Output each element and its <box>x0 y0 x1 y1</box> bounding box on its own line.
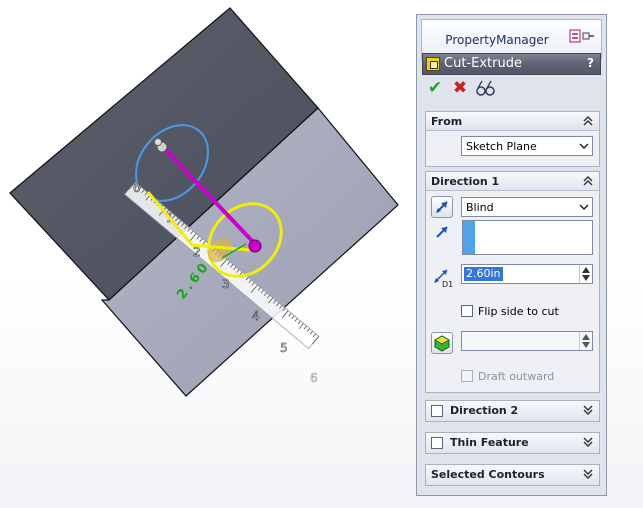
spin-down-icon[interactable] <box>582 342 590 348</box>
glasses-icon <box>476 80 495 96</box>
ruler-label: 4 <box>252 309 260 323</box>
graphics-viewport[interactable]: 0123456 2.60 <box>0 0 416 508</box>
chevron-down-icon <box>579 204 589 211</box>
draft-outward-checkbox[interactable] <box>461 370 473 382</box>
direction-vector-icon <box>436 226 448 238</box>
draft-outward-label: Draft outward <box>478 370 555 383</box>
chevron-down-icon[interactable] <box>581 435 595 449</box>
preview-button[interactable] <box>475 79 495 99</box>
ruler-label: 3 <box>222 277 230 291</box>
chevron-up-icon[interactable] <box>581 114 595 128</box>
ruler-label: 0 <box>133 181 141 195</box>
direction-selection-box[interactable] <box>462 220 593 255</box>
reverse-direction-icon <box>436 201 448 213</box>
direction1-group-header[interactable]: Direction 1 <box>426 172 599 191</box>
reverse-direction-button[interactable] <box>431 196 453 218</box>
direction2-group-header[interactable]: Direction 2 <box>426 401 599 421</box>
cancel-button[interactable]: ✖ <box>450 79 470 99</box>
chevron-up-icon[interactable] <box>581 174 595 188</box>
draft-icon <box>434 335 450 352</box>
depth-badge: D1 <box>442 280 454 289</box>
chevron-down-icon[interactable] <box>581 467 595 481</box>
thin-feature-checkbox[interactable] <box>431 437 443 449</box>
model-view[interactable]: 0123456 2.60 <box>0 0 416 508</box>
thin-feature-group: Thin Feature <box>425 432 600 454</box>
selected-contours-group: Selected Contours <box>425 464 600 486</box>
draft-angle-spinner[interactable] <box>579 332 592 350</box>
ruler-label: 5 <box>280 341 288 355</box>
pin-icon[interactable] <box>569 28 595 44</box>
chevron-down-icon[interactable] <box>581 403 595 417</box>
draft-button[interactable] <box>431 332 453 354</box>
flip-side-label: Flip side to cut <box>478 305 559 318</box>
depth-value: 2.60in <box>464 267 503 281</box>
ruler-label: 6 <box>310 371 318 385</box>
cut-extrude-icon <box>426 57 440 71</box>
direction2-group-title: Direction 2 <box>450 404 519 417</box>
feature-title-bar: Cut-Extrude ? <box>422 53 601 75</box>
thin-feature-group-header[interactable]: Thin Feature <box>426 433 599 453</box>
property-manager-panel: PropertyManager Cut-Extrude ? ✔ ✖ From S… <box>416 14 607 496</box>
ok-button[interactable]: ✔ <box>425 79 445 99</box>
end-condition-value: Blind <box>466 201 494 214</box>
direction-arrow-head[interactable] <box>248 239 262 253</box>
depth-field[interactable]: 2.60in <box>461 264 593 284</box>
spin-down-icon[interactable] <box>582 275 590 281</box>
chevron-down-icon <box>579 143 589 150</box>
spin-up-icon[interactable] <box>582 334 590 340</box>
thin-feature-group-title: Thin Feature <box>450 436 529 449</box>
feature-title: Cut-Extrude <box>444 56 522 71</box>
property-manager-tab-label: PropertyManager <box>445 33 549 47</box>
flip-side-checkbox[interactable] <box>461 305 473 317</box>
draft-angle-field[interactable] <box>461 331 593 351</box>
arrow-handle-top <box>154 138 162 146</box>
direction1-group-title: Direction 1 <box>431 175 500 188</box>
from-group-title: From <box>431 115 463 128</box>
from-select[interactable]: Sketch Plane <box>461 136 593 156</box>
selected-contours-group-title: Selected Contours <box>431 468 545 481</box>
from-select-value: Sketch Plane <box>466 140 537 153</box>
depth-spinner[interactable] <box>579 265 592 283</box>
direction1-group: Direction 1 Blind D1 2.60in Flip side to… <box>425 171 600 393</box>
help-button[interactable]: ? <box>587 56 594 70</box>
direction2-checkbox[interactable] <box>431 405 443 417</box>
from-group: From Sketch Plane <box>425 111 600 167</box>
from-group-header[interactable]: From <box>426 112 599 131</box>
direction2-group: Direction 2 <box>425 400 600 422</box>
selected-contours-group-header[interactable]: Selected Contours <box>426 465 599 485</box>
spin-up-icon[interactable] <box>582 267 590 273</box>
end-condition-select[interactable]: Blind <box>461 197 593 217</box>
